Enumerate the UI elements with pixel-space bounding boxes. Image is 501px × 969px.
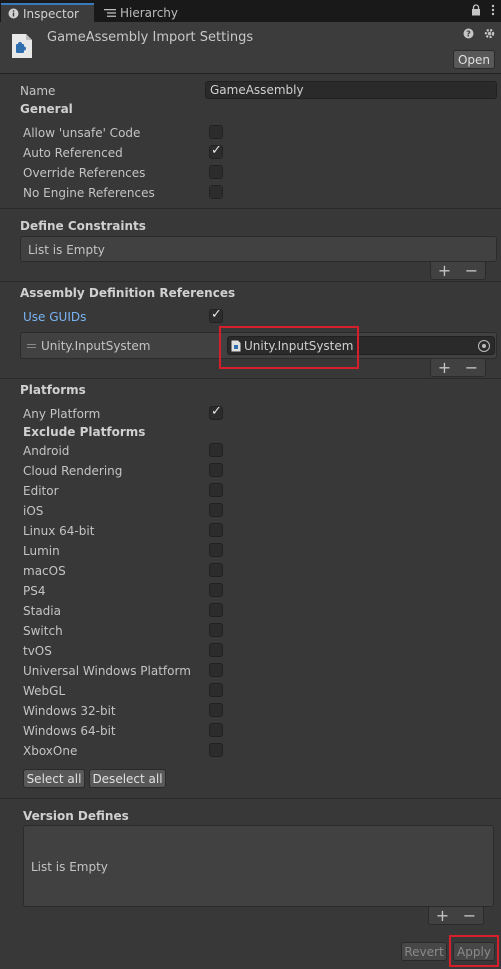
platform-checkbox[interactable] <box>209 483 223 497</box>
empty-list-text: List is Empty <box>31 860 108 874</box>
platform-checkbox[interactable] <box>209 523 223 537</box>
version-defines-heading: Version Defines <box>23 809 129 823</box>
platform-label: PS4 <box>23 584 46 598</box>
platform-checkbox[interactable] <box>209 503 223 517</box>
more-menu-icon[interactable] <box>491 4 495 19</box>
option-label-no-engine-references: No Engine References <box>23 186 155 200</box>
open-button[interactable]: Open <box>453 50 495 69</box>
platform-label: Linux 64-bit <box>23 524 95 538</box>
platform-checkbox[interactable] <box>209 543 223 557</box>
platform-label: XboxOne <box>23 744 78 758</box>
tab-hierarchy-label: Hierarchy <box>120 5 179 20</box>
define-constraints-list: List is Empty <box>20 236 497 262</box>
section-divider <box>0 378 501 379</box>
platform-label: Windows 32-bit <box>23 704 116 718</box>
section-divider <box>0 798 501 799</box>
option-label-override-references: Override References <box>23 166 146 180</box>
any-platform-checkbox[interactable] <box>209 404 223 420</box>
platform-checkbox[interactable] <box>209 623 223 637</box>
revert-button[interactable]: Revert <box>401 942 447 961</box>
any-platform-label: Any Platform <box>23 407 101 421</box>
settings-icon[interactable] <box>484 28 495 42</box>
platform-checkbox[interactable] <box>209 463 223 477</box>
assembly-definition-icon <box>11 33 33 59</box>
option-label-auto-referenced: Auto Referenced <box>23 146 123 160</box>
platform-label: iOS <box>23 504 44 518</box>
hierarchy-icon <box>104 7 116 19</box>
platform-checkbox[interactable] <box>209 703 223 717</box>
tab-inspector[interactable]: Inspector <box>1 3 94 22</box>
platform-label: Windows 64-bit <box>23 724 116 738</box>
assembly-refs-footer: + − <box>430 359 486 377</box>
add-icon[interactable]: + <box>438 359 451 375</box>
platform-label: Android <box>23 444 70 458</box>
platform-label: macOS <box>23 564 66 578</box>
platform-label: tvOS <box>23 644 52 658</box>
empty-list-text: List is Empty <box>28 243 105 257</box>
platform-checkbox[interactable] <box>209 603 223 617</box>
define-constraints-heading: Define Constraints <box>20 219 146 233</box>
platform-checkbox[interactable] <box>209 643 223 657</box>
platform-label: Stadia <box>23 604 61 618</box>
platform-checkbox[interactable] <box>209 583 223 597</box>
platform-label: Universal Windows Platform <box>23 664 191 678</box>
platforms-heading: Platforms <box>20 383 86 397</box>
highlight-box <box>219 326 359 369</box>
name-label: Name <box>20 84 56 98</box>
define-constraints-footer: + − <box>430 262 486 280</box>
add-icon[interactable]: + <box>438 262 451 278</box>
general-heading: General <box>20 102 73 116</box>
override-references-checkbox[interactable] <box>209 165 223 179</box>
platform-checkbox[interactable] <box>209 723 223 737</box>
help-icon[interactable]: ? <box>463 28 474 42</box>
name-field[interactable]: GameAssembly <box>205 81 497 99</box>
tab-bar: Inspector Hierarchy <box>0 0 501 22</box>
platform-checkbox[interactable] <box>209 743 223 757</box>
lock-icon[interactable] <box>471 4 481 19</box>
remove-icon[interactable]: − <box>465 262 478 278</box>
info-icon <box>7 8 19 20</box>
platform-label: Lumin <box>23 544 60 558</box>
tab-hierarchy[interactable]: Hierarchy <box>100 3 210 22</box>
platform-checkbox[interactable] <box>209 663 223 677</box>
use-guids-checkbox[interactable] <box>209 307 223 323</box>
version-defines-list: List is Empty <box>23 825 494 907</box>
platform-checkbox[interactable] <box>209 443 223 457</box>
section-divider <box>0 281 501 282</box>
add-icon[interactable]: + <box>436 907 449 923</box>
tab-inspector-label: Inspector <box>23 6 79 21</box>
version-defines-footer: + − <box>428 907 484 925</box>
drag-handle-icon[interactable] <box>27 344 36 348</box>
platform-checkbox[interactable] <box>209 683 223 697</box>
page-title: GameAssembly Import Settings <box>47 30 254 45</box>
remove-icon[interactable]: − <box>463 907 476 923</box>
platform-label: Cloud Rendering <box>23 464 123 478</box>
highlight-box <box>449 935 499 967</box>
option-label-unsafe: Allow 'unsafe' Code <box>23 126 141 140</box>
remove-icon[interactable]: − <box>465 359 478 375</box>
exclude-platforms-heading: Exclude Platforms <box>23 425 146 439</box>
platform-label: WebGL <box>23 684 66 698</box>
use-guids-label: Use GUIDs <box>23 310 87 324</box>
section-divider <box>0 208 501 209</box>
reference-item-label: Unity.InputSystem <box>41 339 151 353</box>
platform-label: Editor <box>23 484 59 498</box>
assembly-refs-heading: Assembly Definition References <box>20 286 236 300</box>
platform-label: Switch <box>23 624 63 638</box>
auto-referenced-checkbox[interactable] <box>209 143 223 159</box>
select-all-button[interactable]: Select all <box>23 769 85 788</box>
deselect-all-button[interactable]: Deselect all <box>89 769 166 788</box>
inspector-header: GameAssembly Import Settings ? Open <box>0 22 501 74</box>
svg-text:?: ? <box>466 30 471 39</box>
allow-unsafe-checkbox[interactable] <box>209 125 223 139</box>
no-engine-references-checkbox[interactable] <box>209 185 223 199</box>
platform-checkbox[interactable] <box>209 563 223 577</box>
object-picker-icon[interactable] <box>478 340 490 352</box>
